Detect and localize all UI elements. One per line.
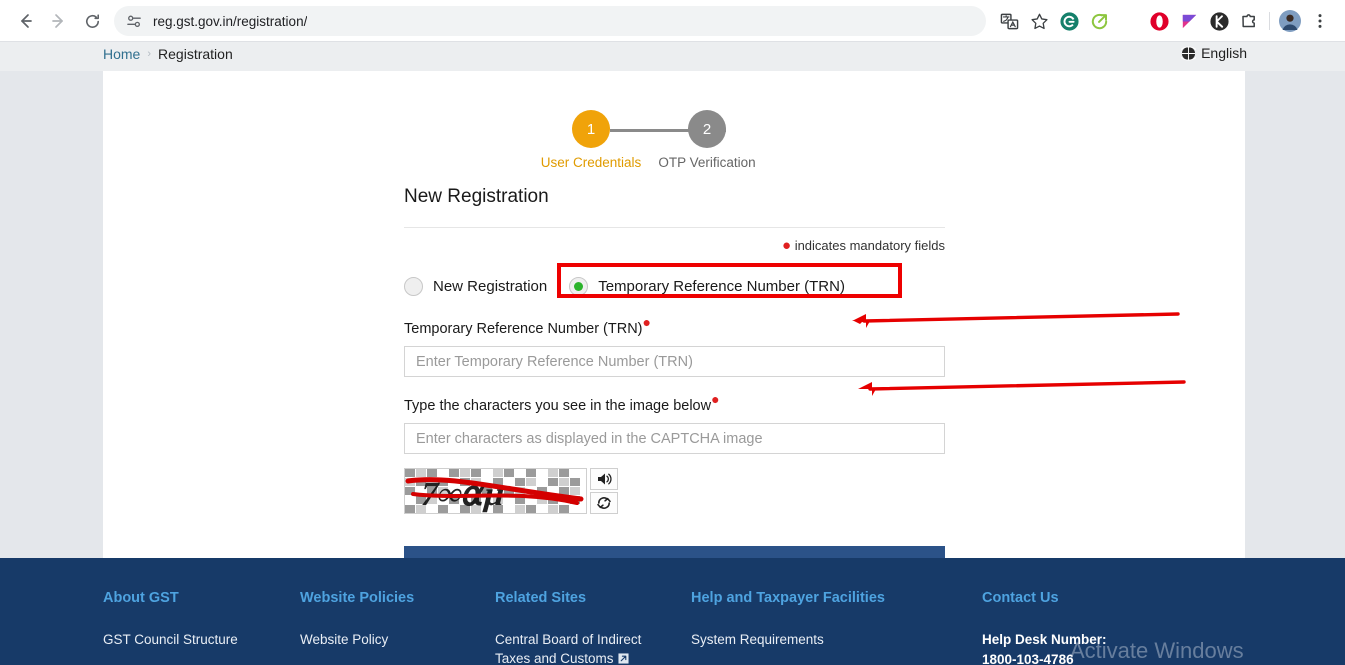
footer-link[interactable]: System Requirements xyxy=(691,630,982,649)
step-2-number: 2 xyxy=(688,110,726,148)
radio-trn[interactable]: Temporary Reference Number (TRN) xyxy=(556,270,857,303)
captcha-field-label: Type the characters you see in the image… xyxy=(404,392,945,414)
back-arrow-icon xyxy=(21,14,32,28)
reload-icon xyxy=(85,13,99,28)
screen: reg.gst.gov.in/registration/ Home › Regi… xyxy=(0,0,1345,665)
site-settings-icon[interactable] xyxy=(126,13,143,30)
footer-link[interactable]: Central Board of Indirect Taxes and Cust… xyxy=(495,630,667,665)
captcha-row: 7∞⍺µ xyxy=(404,468,945,514)
footer-column-about-gst: About GST GST Council Structure xyxy=(103,590,300,665)
address-bar[interactable]: reg.gst.gov.in/registration/ xyxy=(114,6,986,36)
footer-heading: About GST xyxy=(103,590,179,606)
radio-trn-label: Temporary Reference Number (TRN) xyxy=(598,277,845,295)
captcha-label-text: Type the characters you see in the image… xyxy=(404,398,712,414)
progress-stepper: 1 User Credentials 2 OTP Verification xyxy=(103,110,1245,180)
moon-extension-icon[interactable] xyxy=(1114,6,1144,36)
title-divider xyxy=(404,227,945,228)
step-2-label: OTP Verification xyxy=(658,155,756,170)
mandatory-note-text: indicates mandatory fields xyxy=(794,238,945,253)
footer-heading: Website Policies xyxy=(300,590,415,606)
toolbar-divider xyxy=(1269,12,1270,30)
breadcrumb-current: Registration xyxy=(158,46,233,62)
captcha-image: 7∞⍺µ xyxy=(404,468,587,514)
language-label: English xyxy=(1201,45,1247,61)
refresh-icon xyxy=(597,497,611,509)
flag-extension-icon[interactable] xyxy=(1174,6,1204,36)
profile-avatar-icon[interactable] xyxy=(1275,6,1305,36)
footer-heading: Related Sites xyxy=(495,590,587,606)
stepper-step-2[interactable]: 2 OTP Verification xyxy=(658,110,756,170)
mandatory-fields-note: ● indicates mandatory fields xyxy=(404,238,945,253)
captcha-refresh-button[interactable] xyxy=(590,492,618,514)
extensions-puzzle-icon[interactable] xyxy=(1234,6,1264,36)
share-extension-icon[interactable] xyxy=(1084,6,1114,36)
forward-button[interactable] xyxy=(42,5,74,37)
external-link-icon xyxy=(618,650,629,665)
opera-extension-icon[interactable] xyxy=(1144,6,1174,36)
captcha-required-icon: ● xyxy=(711,391,720,408)
trn-input[interactable] xyxy=(404,346,945,377)
radio-new-registration-label: New Registration xyxy=(433,277,548,295)
footer-column-website-policies: Website Policies Website Policy xyxy=(300,590,495,665)
captcha-audio-button[interactable] xyxy=(590,468,618,490)
footer-heading: Help and Taxpayer Facilities xyxy=(691,590,885,606)
registration-card: 1 User Credentials 2 OTP Verification Ne… xyxy=(103,71,1245,579)
activate-windows-watermark: Activate Windows Go to Settings to activ… xyxy=(1070,638,1291,665)
globe-icon xyxy=(1181,45,1197,61)
language-selector[interactable]: English xyxy=(1181,45,1247,61)
trn-required-icon: ● xyxy=(642,314,651,331)
grammarly-extension-icon[interactable] xyxy=(1054,6,1084,36)
footer-column-related-sites: Related Sites Central Board of Indirect … xyxy=(495,590,691,665)
registration-type-radio-group: New Registration Temporary Reference Num… xyxy=(404,272,945,300)
three-dot-menu-icon[interactable] xyxy=(1305,6,1335,36)
step-1-number: 1 xyxy=(572,110,610,148)
forward-arrow-icon xyxy=(52,14,63,28)
translate-icon[interactable] xyxy=(994,6,1024,36)
footer-columns: About GST GST Council Structure Website … xyxy=(103,590,1107,665)
breadcrumb-separator: › xyxy=(147,48,152,60)
trn-label-text: Temporary Reference Number (TRN) xyxy=(404,321,643,337)
trn-field-label: Temporary Reference Number (TRN)● xyxy=(404,315,945,337)
stepper-step-1[interactable]: 1 User Credentials xyxy=(541,110,641,170)
footer-heading: Contact Us xyxy=(982,590,1059,606)
trn-field-group: Temporary Reference Number (TRN)● xyxy=(404,315,945,377)
footer-column-help: Help and Taxpayer Facilities System Requ… xyxy=(691,590,982,665)
url-text: reg.gst.gov.in/registration/ xyxy=(153,13,308,29)
radio-new-registration-dot xyxy=(404,276,423,296)
footer-link[interactable]: Website Policy xyxy=(300,630,495,649)
page-body: Home › Registration English 1 User Crede… xyxy=(0,42,1345,665)
speaker-icon xyxy=(598,473,612,485)
footer-link[interactable]: GST Council Structure xyxy=(103,630,300,649)
mandatory-asterisk-icon: ● xyxy=(782,237,792,254)
registration-form: New Registration ● indicates mandatory f… xyxy=(404,186,945,579)
page-title: New Registration xyxy=(404,186,549,207)
watermark-title: Activate Windows xyxy=(1070,638,1244,663)
captcha-input[interactable] xyxy=(404,423,945,454)
captcha-field-group: Type the characters you see in the image… xyxy=(404,392,945,454)
back-button[interactable] xyxy=(10,5,42,37)
captcha-buttons xyxy=(590,468,618,514)
breadcrumb-home-link[interactable]: Home xyxy=(103,46,140,62)
breadcrumb: Home › Registration xyxy=(103,46,233,62)
radio-new-registration[interactable]: New Registration xyxy=(404,276,548,296)
bookmark-star-icon[interactable] xyxy=(1024,6,1054,36)
browser-toolbar: reg.gst.gov.in/registration/ xyxy=(0,0,1345,42)
kaspersky-extension-icon[interactable] xyxy=(1204,6,1234,36)
step-1-label: User Credentials xyxy=(540,155,642,170)
radio-trn-dot xyxy=(569,276,589,296)
reload-button[interactable] xyxy=(76,5,108,37)
